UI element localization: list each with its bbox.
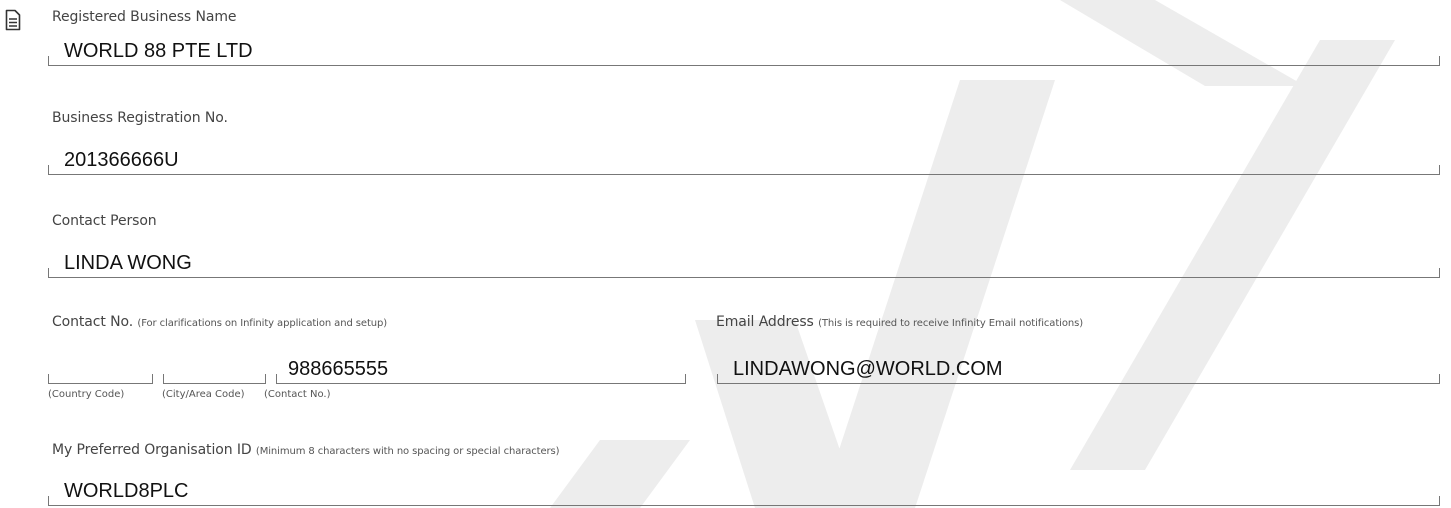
org-id-value: WORLD8PLC: [64, 480, 189, 502]
contact-number-value: 988665555: [288, 358, 389, 380]
business-name-value: WORLD 88 PTE LTD: [64, 40, 253, 62]
org-id-label-row: My Preferred Organisation ID (Minimum 8 …: [52, 442, 560, 458]
contact-no-hint: (For clarifications on Infinity applicat…: [137, 318, 388, 329]
contact-number-field[interactable]: 988665555: [276, 358, 686, 384]
email-label: Email Address: [716, 314, 814, 330]
registration-no-value: 201366666U: [64, 149, 179, 171]
area-code-field[interactable]: [163, 361, 266, 384]
contact-no-label-row: Contact No. (For clarifications on Infin…: [52, 314, 387, 330]
org-id-hint: (Minimum 8 characters with no spacing or…: [255, 446, 560, 457]
country-code-field[interactable]: [48, 361, 153, 384]
area-code-caption: (City/Area Code): [162, 389, 245, 400]
business-details-form: Registered Business Name WORLD 88 PTE LT…: [0, 0, 1451, 508]
contact-person-field[interactable]: LINDA WONG: [48, 252, 1440, 278]
document-icon: [5, 9, 21, 31]
email-field[interactable]: LINDAWONG@WORLD.COM: [717, 358, 1440, 384]
business-name-label: Registered Business Name: [52, 9, 237, 25]
email-hint: (This is required to receive Infinity Em…: [818, 318, 1083, 329]
business-name-field[interactable]: WORLD 88 PTE LTD: [48, 40, 1440, 66]
registration-no-field[interactable]: 201366666U: [48, 149, 1440, 175]
email-label-row: Email Address (This is required to recei…: [716, 314, 1083, 330]
country-code-caption: (Country Code): [48, 389, 125, 400]
contact-number-caption: (Contact No.): [264, 389, 331, 400]
org-id-field[interactable]: WORLD8PLC: [48, 480, 1440, 506]
registration-no-label: Business Registration No.: [52, 110, 228, 126]
contact-no-label: Contact No.: [52, 314, 134, 330]
email-value: LINDAWONG@WORLD.COM: [733, 358, 1003, 380]
contact-person-value: LINDA WONG: [64, 252, 192, 274]
org-id-label: My Preferred Organisation ID: [52, 442, 252, 458]
contact-person-label: Contact Person: [52, 213, 157, 229]
